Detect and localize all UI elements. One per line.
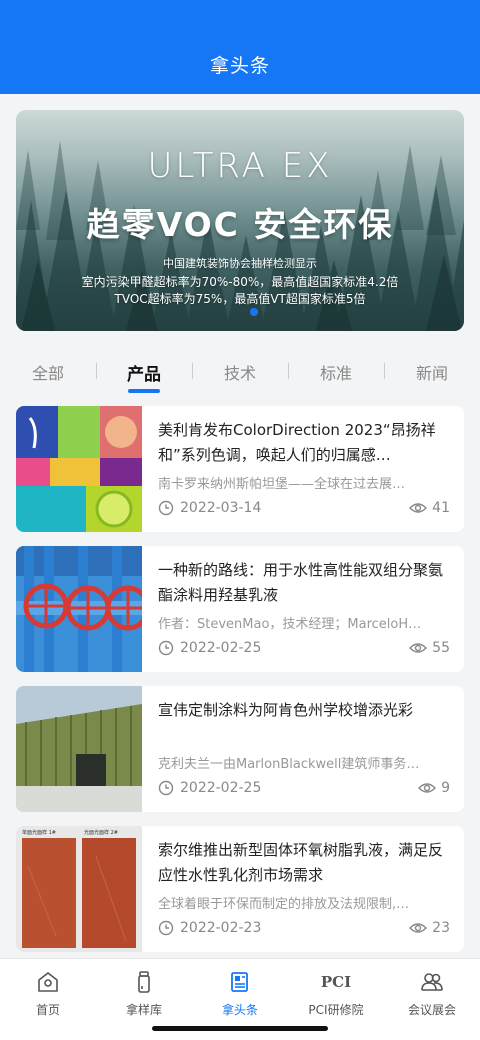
article-summary: 克利夫兰一由MarlonBlackwell建筑师事务… <box>158 757 420 772</box>
article-meta: 2022-03-14 41 <box>158 500 450 516</box>
news-icon <box>231 972 248 992</box>
tab-technology[interactable]: 技术 <box>192 348 288 394</box>
article-meta: 2022-02-25 9 <box>158 780 450 796</box>
clock-icon <box>158 920 174 936</box>
article-title: 一种新的路线：用于水性高性能双组分聚氨酯涂料用羟基乳液 <box>158 561 444 604</box>
article-view-count: 9 <box>441 780 450 796</box>
category-tabs: 全部 产品 技术 标准 新闻 <box>0 348 480 394</box>
tabbar-item-meetings[interactable]: 会议展会 <box>384 967 480 1018</box>
article-summary: 南卡罗来纳州斯帕坦堡——全球在过去展… <box>158 477 406 492</box>
banner-text-line: 中国建筑装饰协会抽样检测显示 <box>163 257 317 270</box>
article-card[interactable]: 单面光面样 1# 光面光面样 2# 索尔维推出新型固体环氧树脂乳液，满足反应性水… <box>16 826 464 952</box>
app-header: 拿头条 <box>0 0 480 94</box>
article-view-count: 23 <box>432 920 450 936</box>
tabbar-item-home[interactable]: 首页 <box>0 967 96 1018</box>
article-thumbnail: 单面光面样 1# 光面光面样 2# <box>16 826 142 952</box>
banner-brand: ULTRA EX <box>147 146 333 186</box>
tabbar-item-pci[interactable]: PCI PCI研修院 <box>288 967 384 1018</box>
thumb-caption: 单面光面样 1# <box>22 830 56 836</box>
home-indicator <box>152 1026 328 1031</box>
article-title: 索尔维推出新型固体环氧树脂乳液，满足反应性水性乳化剂市场需求 <box>158 841 444 884</box>
tabbar-label: 拿头条 <box>221 1003 258 1017</box>
banner-slogan: 趋零VOC 安全环保 <box>86 205 394 244</box>
article-thumbnail <box>16 546 142 672</box>
promo-banner[interactable]: ULTRA EX 趋零VOC 安全环保 中国建筑装饰协会抽样检测显示 室内污染甲… <box>16 110 464 331</box>
tab-news[interactable]: 新闻 <box>384 348 480 394</box>
article-meta: 2022-02-23 23 <box>158 920 450 936</box>
carousel-indicator-dot[interactable] <box>250 308 258 316</box>
eye-icon <box>409 643 428 653</box>
tabbar-label: 拿样库 <box>125 1003 162 1017</box>
clock-icon <box>158 780 174 796</box>
article-thumbnail <box>16 686 142 812</box>
article-summary: 全球着眼于环保而制定的排放及法规限制,… <box>158 897 410 912</box>
clock-icon <box>158 500 174 516</box>
eye-icon <box>409 923 428 933</box>
tabbar-label: PCI研修院 <box>308 1003 364 1017</box>
clock-icon <box>158 640 174 656</box>
article-meta: 2022-02-25 55 <box>158 640 450 656</box>
tabbar-item-headlines[interactable]: 拿头条 <box>192 967 288 1018</box>
article-card[interactable]: 宣伟定制涂料为阿肯色州学校增添光彩 克利夫兰一由MarlonBlackwell建… <box>16 686 464 812</box>
article-summary: 作者：StevenMao，技术经理；MarceloH… <box>158 617 422 632</box>
article-title: 美利肯发布ColorDirection 2023“昂扬祥和”系列色调，唤起人们的… <box>158 421 436 464</box>
article-date: 2022-02-25 <box>180 780 262 796</box>
article-card[interactable]: 美利肯发布ColorDirection 2023“昂扬祥和”系列色调，唤起人们的… <box>16 406 464 532</box>
banner-text-line: 室内污染甲醛超标率为70%-80%，最高值超国家标准4.2倍 <box>81 275 399 289</box>
banner-text-line: TVOC超标率为75%，最高值VT超国家标准5倍 <box>114 292 366 306</box>
eye-icon <box>418 783 437 793</box>
tabbar-label: 会议展会 <box>407 1003 456 1017</box>
home-icon <box>38 972 58 992</box>
article-date: 2022-02-25 <box>180 640 262 656</box>
pci-logo-icon: PCI <box>320 973 352 991</box>
eye-icon <box>409 503 428 513</box>
article-thumbnail <box>16 406 142 532</box>
thumb-caption: 光面光面样 2# <box>84 830 118 836</box>
tab-all[interactable]: 全部 <box>0 348 96 394</box>
meeting-icon <box>421 973 443 991</box>
article-date: 2022-03-14 <box>180 500 262 516</box>
page-title: 拿头条 <box>209 55 270 77</box>
article-view-count: 41 <box>432 500 450 516</box>
article-card[interactable]: 一种新的路线：用于水性高性能双组分聚氨酯涂料用羟基乳液 作者：StevenMao… <box>16 546 464 672</box>
tab-products[interactable]: 产品 <box>96 348 192 394</box>
tabbar-label: 首页 <box>35 1003 60 1017</box>
sample-bottle-icon <box>138 971 150 993</box>
article-title: 宣伟定制涂料为阿肯色州学校增添光彩 <box>158 701 414 719</box>
article-date: 2022-02-23 <box>180 920 262 936</box>
tabbar-item-samples[interactable]: 拿样库 <box>96 967 192 1018</box>
article-view-count: 55 <box>432 640 450 656</box>
tab-standards[interactable]: 标准 <box>288 348 384 394</box>
